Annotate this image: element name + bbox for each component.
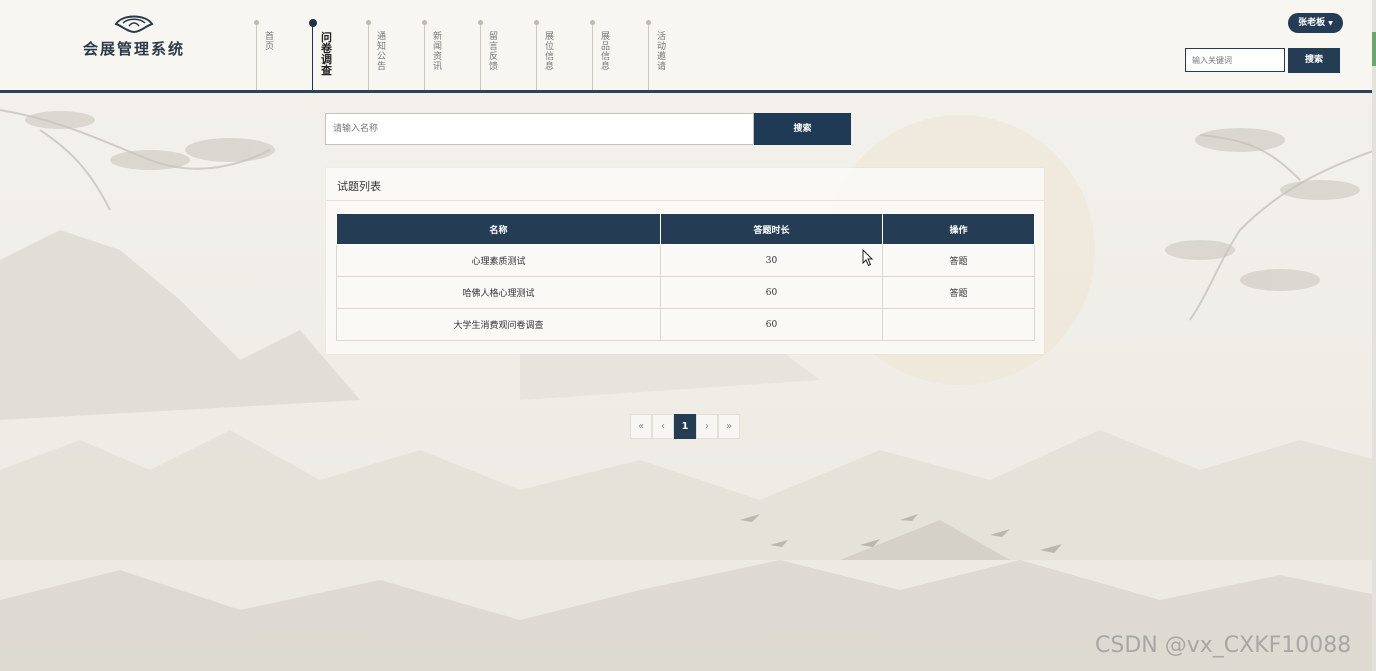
- nav-label: 活动邀请: [657, 32, 667, 72]
- watermark: CSDN @vx_CXKF10088: [1095, 633, 1352, 658]
- header-search-button[interactable]: 搜索: [1288, 48, 1340, 73]
- page-1-button[interactable]: 1: [674, 414, 696, 439]
- answer-link[interactable]: 答题: [882, 244, 1035, 277]
- name-search-input[interactable]: [325, 113, 754, 145]
- nav-label: 通知公告: [377, 32, 387, 72]
- nav-label: 留言反馈: [489, 32, 499, 72]
- question-table: 名称 答题时长 操作 心理素质测试 30 答题 哈佛人格心理测试 60 答题 大…: [336, 213, 1035, 341]
- nav-label: 首页: [265, 32, 275, 52]
- user-name: 张老板: [1298, 18, 1326, 28]
- name-search-button[interactable]: 搜索: [754, 113, 851, 145]
- table-row: 哈佛人格心理测试 60 答题: [336, 276, 1035, 309]
- pagination: « ‹ 1 › »: [630, 414, 740, 439]
- answer-link[interactable]: 答题: [882, 276, 1035, 309]
- nav-item-home[interactable]: 首页: [254, 20, 313, 90]
- nav-item-survey[interactable]: 问卷调查: [309, 19, 369, 90]
- nav-dot-icon: [534, 20, 539, 25]
- cell-actions: [882, 308, 1035, 341]
- cell-name: 心理素质测试: [336, 244, 661, 277]
- cell-name: 大学生消费观问卷调查: [336, 308, 661, 341]
- last-page-button[interactable]: »: [718, 414, 740, 439]
- nav-label: 新闻资讯: [433, 32, 443, 72]
- nav-dot-icon: [590, 20, 595, 25]
- cell-duration: 30: [660, 244, 883, 277]
- panel-title: 试题列表: [337, 180, 381, 193]
- nav-dot-icon: [366, 20, 371, 25]
- nav-label: 展品信息: [601, 32, 611, 72]
- column-header-name: 名称: [336, 213, 661, 245]
- user-menu-button[interactable]: 张老板 ▼: [1288, 13, 1343, 33]
- table-header-row: 名称 答题时长 操作: [336, 213, 1035, 245]
- chevron-down-icon: ▼: [1328, 20, 1333, 27]
- table-row: 大学生消费观问卷调查 60: [336, 308, 1035, 341]
- app-title: 会展管理系统: [82, 40, 185, 58]
- nav-dot-icon: [646, 20, 651, 25]
- header-search-input[interactable]: [1185, 48, 1285, 72]
- nav-item-feedback[interactable]: 留言反馈: [478, 20, 537, 90]
- nav-label: 展位信息: [545, 32, 555, 72]
- nav-dot-icon: [478, 20, 483, 25]
- scrollbar-thumb[interactable]: [1372, 32, 1376, 66]
- mouse-cursor-icon: [862, 249, 874, 267]
- cell-name: 哈佛人格心理测试: [336, 276, 661, 309]
- nav-item-booths[interactable]: 展位信息: [534, 20, 593, 90]
- next-page-button[interactable]: ›: [696, 414, 718, 439]
- divider: [326, 200, 1044, 201]
- question-list-panel: 试题列表 名称 答题时长 操作 心理素质测试 30 答题 哈佛人格心理测试 60…: [326, 168, 1044, 354]
- prev-page-button[interactable]: ‹: [652, 414, 674, 439]
- column-header-duration: 答题时长: [660, 213, 883, 245]
- logo[interactable]: 会展管理系统: [82, 12, 186, 68]
- nav-dot-icon: [254, 20, 259, 25]
- nav-label: 问卷调查: [321, 31, 332, 77]
- nav-item-news[interactable]: 新闻资讯: [422, 20, 481, 90]
- top-header: 会展管理系统 首页 问卷调查 通知公告 新闻资讯 留言反馈 展位信息 展品信息 …: [0, 0, 1376, 93]
- nav-item-invitations[interactable]: 活动邀请: [646, 20, 705, 90]
- cell-duration: 60: [660, 308, 883, 341]
- cell-duration: 60: [660, 276, 883, 309]
- first-page-button[interactable]: «: [630, 414, 652, 439]
- fan-emblem-icon: [114, 15, 154, 34]
- nav-dot-icon: [422, 20, 427, 25]
- nav-item-exhibits[interactable]: 展品信息: [590, 20, 649, 90]
- nav-dot-icon: [309, 19, 317, 27]
- scrollbar[interactable]: [1372, 0, 1376, 671]
- nav-item-notices[interactable]: 通知公告: [366, 20, 425, 90]
- column-header-actions: 操作: [882, 213, 1035, 245]
- table-row: 心理素质测试 30 答题: [336, 244, 1035, 277]
